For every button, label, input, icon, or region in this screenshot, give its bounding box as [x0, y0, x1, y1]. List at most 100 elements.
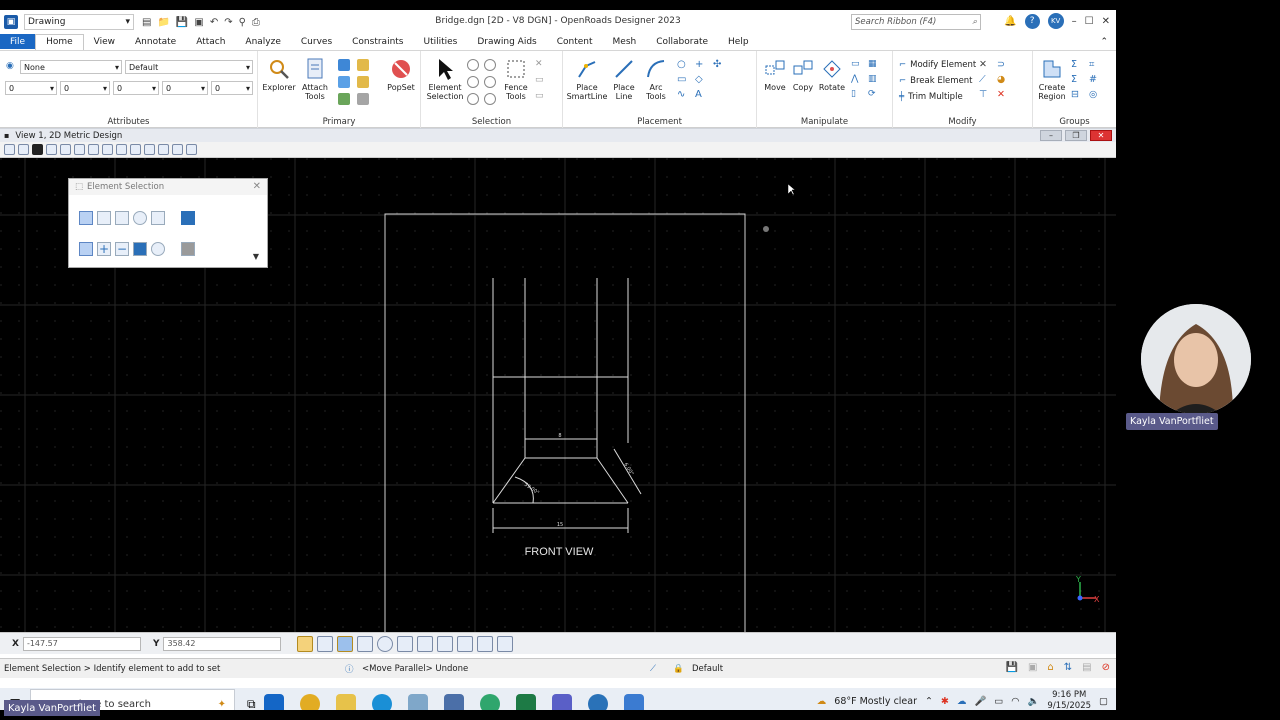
chrome-icon[interactable] [299, 694, 320, 710]
attach-tools-button[interactable]: Attach Tools [298, 57, 332, 101]
array-icon[interactable]: ▦ [868, 59, 880, 69]
perpendicular-snap-icon[interactable] [477, 635, 494, 652]
volume-icon[interactable]: 🔈 [1028, 696, 1040, 707]
references-icon[interactable] [338, 76, 350, 88]
folder-icon[interactable]: 📁 [157, 17, 169, 28]
tab-mesh[interactable]: Mesh [603, 34, 647, 49]
file-explorer-icon[interactable] [335, 694, 356, 710]
multi-line-icon[interactable]: ✣ [713, 59, 727, 70]
delete-partial-icon[interactable]: ✕ [979, 59, 993, 70]
style-dropdown[interactable]: Default ▾ [125, 60, 253, 74]
onedrive-icon[interactable]: ☁ [957, 696, 967, 707]
hole-icon[interactable]: ⊟ [1071, 89, 1085, 100]
linestyle-dropdown[interactable]: 0 ▾ [113, 81, 159, 95]
view-close-button[interactable]: ✕ [1090, 130, 1112, 141]
view-restore-button[interactable]: ❐ [1065, 130, 1087, 141]
view-previous-icon[interactable] [144, 144, 155, 155]
redo-icon[interactable]: ↷ [224, 17, 232, 28]
spin-icon[interactable]: ⟳ [868, 89, 880, 99]
show-hidden-icon[interactable]: ⌃ [925, 696, 933, 707]
raster-icon[interactable] [357, 76, 369, 88]
tab-attach[interactable]: Attach [186, 34, 235, 49]
ungroup-icon[interactable]: ⌗ [1089, 59, 1103, 70]
scale-icon[interactable]: ▭ [851, 59, 863, 69]
clear-mode-icon[interactable] [151, 242, 165, 256]
outlook-icon[interactable] [263, 694, 284, 710]
mirror-icon[interactable]: ⋀ [851, 74, 863, 84]
break-element-button[interactable]: ⌐ Break Element [899, 76, 973, 86]
cell-icon[interactable]: Σ [1071, 74, 1085, 85]
weather-icon[interactable]: ☁ [817, 696, 827, 707]
rotate-view-icon[interactable] [130, 144, 141, 155]
line-method-icon[interactable] [151, 211, 165, 225]
color-dropdown[interactable]: 0 ▾ [5, 81, 57, 95]
tab-utilities[interactable]: Utilities [414, 34, 468, 49]
pin-icon[interactable]: ⚲ [239, 17, 246, 28]
snap-settings-icon[interactable] [497, 635, 514, 652]
collapse-ribbon-icon[interactable]: ⌃ [1100, 37, 1108, 47]
individual-method-icon[interactable] [79, 211, 93, 225]
close-icon[interactable]: ✕ [1102, 16, 1110, 27]
tab-annotate[interactable]: Annotate [125, 34, 186, 49]
nearest-snap-icon[interactable] [337, 635, 354, 652]
delete-icon[interactable]: ✕ [997, 89, 1011, 100]
select-all-mode-icon[interactable] [181, 242, 195, 256]
snap-status-icon[interactable]: ⟋ [650, 664, 656, 674]
stretch-icon[interactable]: ▯ [851, 89, 863, 99]
chamfer-icon[interactable]: ◕ [997, 74, 1011, 85]
center-snap-icon[interactable] [377, 635, 394, 652]
midpoint-snap-icon[interactable] [357, 635, 374, 652]
brush-icon[interactable] [46, 144, 57, 155]
level-dropdown[interactable]: None ▾ [20, 60, 122, 74]
create-region-button[interactable]: Create Region [1035, 57, 1069, 101]
circle-icon[interactable]: ○ [677, 59, 691, 70]
tab-drawing-aids[interactable]: Drawing Aids [467, 34, 546, 49]
active-app-icon[interactable] [623, 694, 644, 710]
point-icon[interactable]: + [695, 59, 709, 70]
tab-help[interactable]: Help [718, 34, 759, 49]
tab-view[interactable]: View [84, 34, 125, 49]
invert-selection-icon[interactable] [484, 76, 496, 88]
keypoint-snap-icon[interactable] [317, 635, 334, 652]
rotate-button[interactable]: Rotate [817, 57, 847, 92]
clip-volume-icon[interactable] [186, 144, 197, 155]
rectangle-icon[interactable]: ▭ [677, 74, 691, 85]
shape-icon[interactable]: ◇ [695, 74, 709, 85]
delete-fence-icon[interactable]: ✕ [535, 59, 544, 69]
active-level[interactable]: Default [692, 664, 723, 674]
curve-icon[interactable]: ∿ [677, 89, 691, 100]
level-display-icon[interactable]: ◉ [6, 61, 14, 71]
explorer-button[interactable]: Explorer [261, 57, 297, 92]
dialog-close-icon[interactable]: ✕ [253, 181, 261, 192]
extend-icon[interactable]: ⟋ [979, 74, 993, 85]
fillet-icon[interactable]: ⊃ [997, 59, 1011, 70]
circle-method-icon[interactable] [133, 211, 147, 225]
teams-icon[interactable] [551, 694, 572, 710]
fence-stretch-icon[interactable]: ▭ [535, 91, 544, 101]
select-all-icon[interactable] [467, 59, 479, 71]
message-center-icon[interactable]: ⓘ [345, 663, 354, 675]
x-field[interactable]: -147.57 [22, 636, 141, 651]
print-icon[interactable]: ⎙ [252, 17, 260, 28]
models-icon[interactable] [338, 59, 350, 71]
new-mode-icon[interactable] [79, 242, 93, 256]
minimize-icon[interactable]: – [1072, 16, 1077, 27]
excel-icon[interactable] [515, 694, 536, 710]
element-selection-dialog[interactable]: ⬚ Element Selection ✕ + − ▼ [68, 178, 268, 268]
save-all-icon[interactable]: ▣ [194, 17, 203, 28]
invert-mode-icon[interactable] [133, 242, 147, 256]
tab-home[interactable]: Home [35, 33, 84, 50]
view-next-icon[interactable] [158, 144, 169, 155]
calculator-icon[interactable] [443, 694, 464, 710]
shape-method-icon[interactable] [115, 211, 129, 225]
workspace-select[interactable]: Drawing ▾ [24, 14, 134, 30]
tab-constraints[interactable]: Constraints [342, 34, 413, 49]
display-styles-icon[interactable] [338, 93, 350, 105]
zoom-out-icon[interactable] [74, 144, 85, 155]
tab-file[interactable]: File [0, 34, 36, 49]
dialog-expand-icon[interactable]: ▼ [253, 252, 259, 261]
save-icon[interactable]: 💾 [176, 17, 188, 28]
tab-curves[interactable]: Curves [291, 34, 342, 49]
modify-element-button[interactable]: ⌐ Modify Element [899, 60, 976, 70]
pan-view-icon[interactable] [116, 144, 127, 155]
